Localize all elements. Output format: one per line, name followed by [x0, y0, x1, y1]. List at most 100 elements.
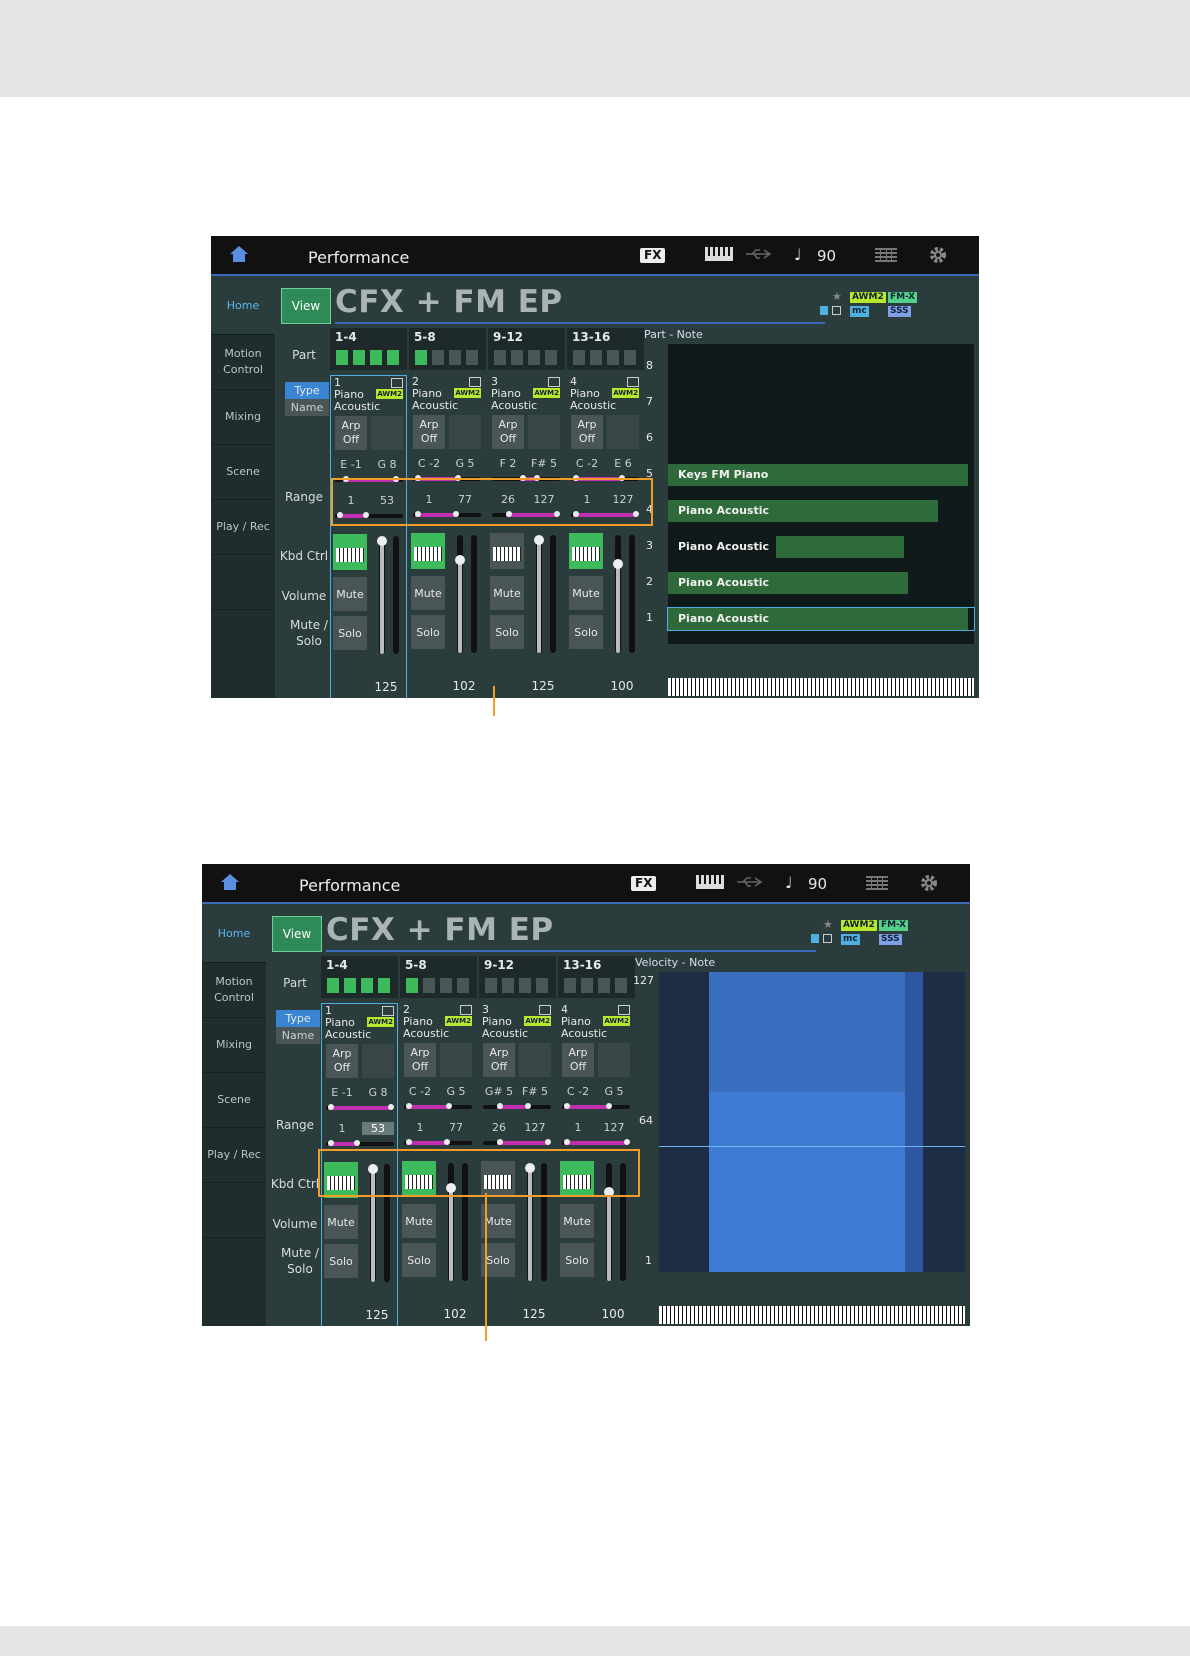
- graph-row[interactable]: 4 Piano Acoustic: [646, 500, 974, 522]
- quick-access-icon[interactable]: [875, 248, 897, 262]
- arp-button[interactable]: Arp Off: [492, 415, 524, 449]
- note-high[interactable]: G 5: [440, 1085, 472, 1098]
- note-high[interactable]: G 8: [362, 1086, 394, 1099]
- arp-button[interactable]: Arp Off: [571, 415, 603, 449]
- name-toggle[interactable]: Name: [285, 399, 329, 416]
- sidebar-item-play-rec[interactable]: Play / Rec: [202, 1127, 266, 1182]
- velocity-low[interactable]: 1: [404, 1121, 436, 1134]
- part-group-1-4[interactable]: 1-4: [321, 956, 398, 998]
- note-high[interactable]: F# 5: [519, 1085, 551, 1098]
- type-toggle[interactable]: Type: [285, 382, 329, 399]
- part-group-9-12[interactable]: 9-12: [488, 328, 565, 370]
- velocity-range[interactable]: 1 77: [400, 1119, 475, 1153]
- sidebar-item-play-rec[interactable]: Play / Rec: [211, 499, 275, 554]
- part-group-5-8[interactable]: 5-8: [400, 956, 477, 998]
- arp-button[interactable]: Arp Off: [326, 1044, 358, 1078]
- type-toggle[interactable]: Type: [276, 1010, 320, 1027]
- note-low[interactable]: F 2: [492, 457, 524, 470]
- sidebar-item-motion-control[interactable]: Motion Control: [211, 334, 275, 389]
- velocity-high[interactable]: 77: [440, 1121, 472, 1134]
- solo-button[interactable]: Solo: [490, 615, 524, 649]
- gear-icon[interactable]: [919, 873, 939, 893]
- graph-row[interactable]: 2 Piano Acoustic: [646, 572, 974, 594]
- part-column-1[interactable]: 1 Piano AWM2 Acoustic Arp Off E -1 G 8 1 53 …: [330, 375, 407, 698]
- note-low[interactable]: E -1: [335, 458, 367, 471]
- mute-button[interactable]: Mute: [402, 1204, 436, 1238]
- part-column-3[interactable]: 3 Piano AWM2 Acoustic Arp Off F 2 F# 5 26 12…: [488, 375, 563, 698]
- kbd-ctrl-toggle[interactable]: [490, 533, 524, 569]
- volume-fader[interactable]: [613, 535, 623, 653]
- name-toggle[interactable]: Name: [276, 1027, 320, 1044]
- arp-button[interactable]: Arp Off: [562, 1043, 594, 1077]
- arp-button[interactable]: Arp Off: [404, 1043, 436, 1077]
- tempo-value[interactable]: 90: [808, 875, 827, 893]
- part-column-4[interactable]: 4 Piano AWM2 Acoustic Arp Off C -2 E 6 1 127…: [567, 375, 642, 698]
- solo-button[interactable]: Solo: [402, 1243, 436, 1277]
- sidebar-item-scene[interactable]: Scene: [202, 1072, 266, 1127]
- velocity-range[interactable]: 26 127: [479, 1119, 554, 1153]
- fx-button[interactable]: FX: [640, 248, 666, 263]
- note-low[interactable]: C -2: [562, 1085, 594, 1098]
- part-column-2[interactable]: 2 Piano AWM2 Acoustic Arp Off C -2 G 5 1 77 …: [409, 375, 484, 698]
- home-icon[interactable]: [229, 245, 249, 263]
- sidebar-item-motion-control[interactable]: Motion Control: [202, 962, 266, 1017]
- arp-button[interactable]: Arp Off: [335, 416, 367, 450]
- part-group-13-16[interactable]: 13-16: [558, 956, 635, 998]
- fx-button[interactable]: FX: [631, 876, 657, 891]
- mute-button[interactable]: Mute: [560, 1204, 594, 1238]
- velocity-low[interactable]: 1: [562, 1121, 594, 1134]
- note-low[interactable]: G# 5: [483, 1085, 515, 1098]
- view-button[interactable]: View: [272, 916, 322, 952]
- sidebar-item-mixing[interactable]: Mixing: [211, 389, 275, 444]
- velocity-high[interactable]: 53: [362, 1122, 394, 1135]
- mute-button[interactable]: Mute: [569, 576, 603, 610]
- volume-fader[interactable]: [534, 535, 544, 653]
- note-high[interactable]: G 8: [371, 458, 403, 471]
- home-icon[interactable]: [220, 873, 240, 891]
- graph-row[interactable]: 5 Keys FM Piano: [646, 464, 974, 486]
- mute-button[interactable]: Mute: [490, 576, 524, 610]
- note-high[interactable]: G 5: [598, 1085, 630, 1098]
- solo-button[interactable]: Solo: [324, 1244, 358, 1278]
- mute-button[interactable]: Mute: [324, 1205, 358, 1239]
- sidebar-item-home[interactable]: Home: [202, 906, 266, 962]
- sidebar-item-mixing[interactable]: Mixing: [202, 1017, 266, 1072]
- performance-name[interactable]: CFX + FM EP: [326, 912, 554, 948]
- quick-access-icon[interactable]: [866, 876, 888, 890]
- volume-fader[interactable]: [455, 535, 465, 653]
- view-button[interactable]: View: [281, 288, 331, 324]
- part-group-9-12[interactable]: 9-12: [479, 956, 556, 998]
- performance-name[interactable]: CFX + FM EP: [335, 284, 563, 320]
- note-high[interactable]: E 6: [607, 457, 639, 470]
- sidebar-item-scene[interactable]: Scene: [211, 444, 275, 499]
- velocity-range[interactable]: 1 127: [558, 1119, 633, 1153]
- note-range[interactable]: G# 5 F# 5: [479, 1083, 554, 1117]
- kbd-ctrl-toggle[interactable]: [411, 533, 445, 569]
- kbd-ctrl-toggle[interactable]: [569, 533, 603, 569]
- arp-button[interactable]: Arp Off: [483, 1043, 515, 1077]
- note-low[interactable]: E -1: [326, 1086, 358, 1099]
- note-range[interactable]: C -2 G 5: [558, 1083, 633, 1117]
- graph-row[interactable]: 3 Piano Acoustic: [646, 536, 974, 558]
- arp-button[interactable]: Arp Off: [413, 415, 445, 449]
- note-range[interactable]: E -1 G 8: [322, 1084, 397, 1118]
- part-group-5-8[interactable]: 5-8: [409, 328, 486, 370]
- note-low[interactable]: C -2: [571, 457, 603, 470]
- gear-icon[interactable]: [928, 245, 948, 265]
- solo-button[interactable]: Solo: [411, 615, 445, 649]
- sidebar-item-home[interactable]: Home: [211, 278, 275, 334]
- solo-button[interactable]: Solo: [333, 616, 367, 650]
- mute-button[interactable]: Mute: [411, 576, 445, 610]
- mute-button[interactable]: Mute: [333, 577, 367, 611]
- note-range[interactable]: C -2 G 5: [400, 1083, 475, 1117]
- volume-fader[interactable]: [377, 536, 387, 654]
- note-low[interactable]: C -2: [413, 457, 445, 470]
- solo-button[interactable]: Solo: [569, 615, 603, 649]
- velocity-low[interactable]: 1: [326, 1122, 358, 1135]
- velocity-low[interactable]: 26: [483, 1121, 515, 1134]
- graph-row[interactable]: 1 Piano Acoustic: [646, 607, 975, 631]
- velocity-high[interactable]: 127: [519, 1121, 551, 1134]
- velocity-high[interactable]: 127: [598, 1121, 630, 1134]
- note-high[interactable]: F# 5: [528, 457, 560, 470]
- solo-button[interactable]: Solo: [560, 1243, 594, 1277]
